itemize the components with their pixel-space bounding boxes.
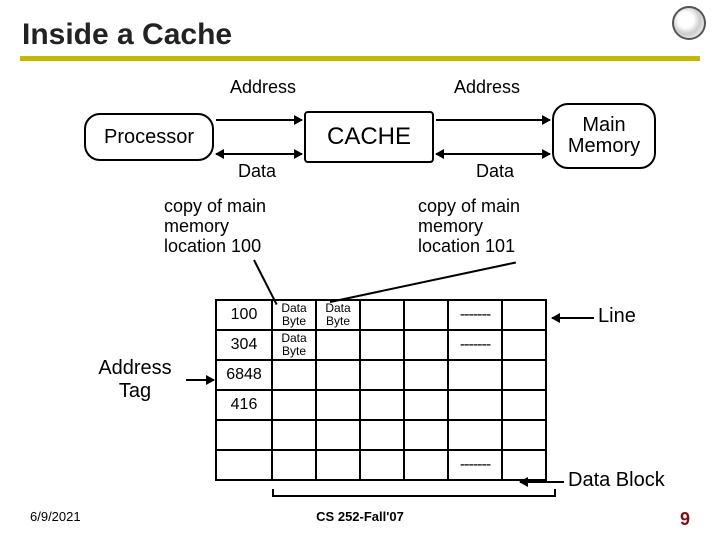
node-processor: Processor [84, 113, 214, 161]
caption-loc-101: copy of main memory location 101 [418, 197, 520, 256]
empty-cell [360, 300, 404, 330]
arrow-line [552, 317, 594, 319]
tag-cell: 6848 [216, 360, 272, 390]
arrow-cache-mem-data [436, 153, 550, 155]
arrow-address-tag [186, 379, 214, 381]
title-underline [20, 56, 700, 61]
tag-cell: 100 [216, 300, 272, 330]
dash-cell: ------- [448, 300, 502, 330]
dash-cell: ------- [448, 450, 502, 480]
arrow-proc-to-cache-addr [216, 119, 302, 121]
node-main-memory: Main Memory [552, 103, 656, 169]
dash-cell: ------- [448, 330, 502, 360]
label-line: Line [598, 305, 636, 328]
label-data-right: Data [476, 161, 514, 182]
slide-footer: 6/9/2021 CS 252-Fall'07 9 [0, 509, 720, 530]
label-address-left: Address [230, 77, 296, 98]
label-address-tag: Address Tag [80, 357, 190, 403]
data-byte-cell: Data Byte [272, 330, 316, 360]
label-data-left: Data [238, 161, 276, 182]
cache-diagram: Address Address Processor CACHE Main Mem… [20, 71, 700, 501]
node-cache: CACHE [304, 111, 434, 163]
label-address-right: Address [454, 77, 520, 98]
empty-cell [502, 300, 546, 330]
brace-data-block [274, 495, 554, 497]
data-byte-cell: Data Byte [272, 300, 316, 330]
university-seal-icon [672, 6, 706, 40]
label-data-block: Data Block [568, 469, 665, 492]
data-byte-cell: Data Byte [316, 300, 360, 330]
tag-cell: 304 [216, 330, 272, 360]
callout-line-right [330, 262, 516, 303]
arrow-data-block [520, 481, 564, 483]
caption-loc-100: copy of main memory location 100 [164, 197, 266, 256]
tag-cell: 416 [216, 390, 272, 420]
arrow-cache-to-mem-addr [436, 119, 550, 121]
footer-course: CS 252-Fall'07 [0, 509, 720, 524]
arrow-proc-cache-data [216, 153, 302, 155]
cache-table: 100 Data Byte Data Byte ------- 304 Data… [215, 299, 547, 481]
empty-cell [404, 300, 448, 330]
page-title: Inside a Cache [22, 18, 700, 52]
